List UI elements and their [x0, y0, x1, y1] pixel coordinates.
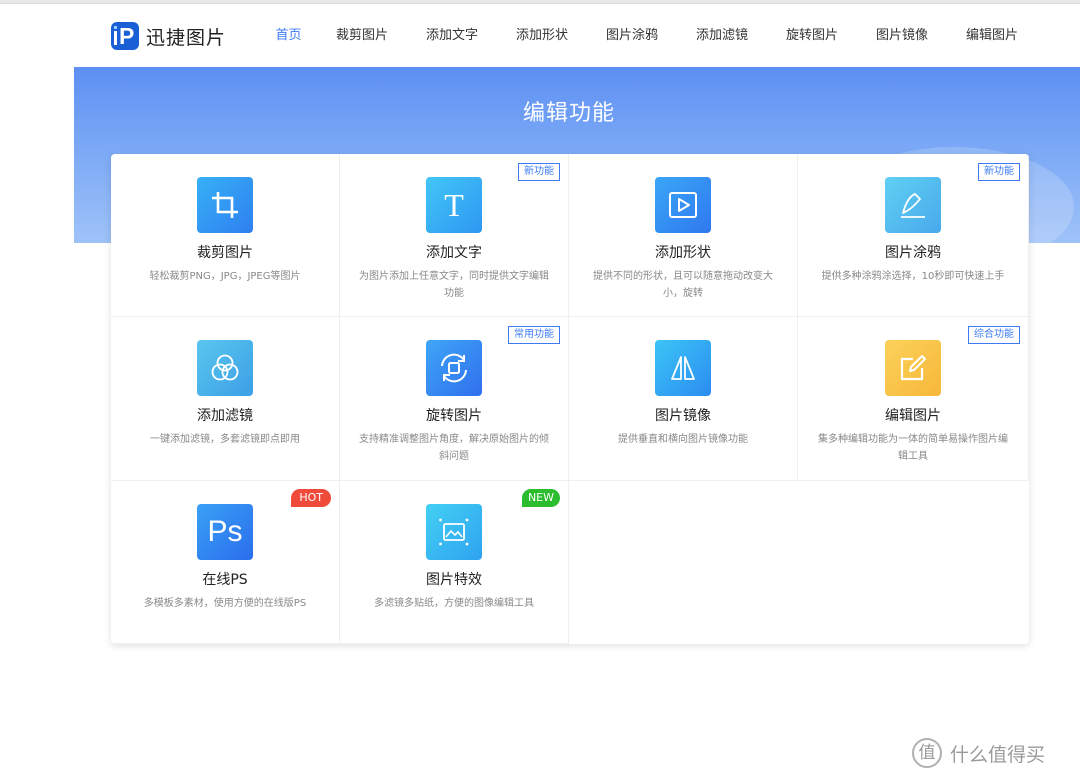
mirror-icon [655, 340, 711, 396]
new-badge: NEW [521, 489, 560, 507]
main-nav: 首页 裁剪图片 添加文字 添加形状 图片涂鸦 添加滤镜 旋转图片 图片镜像 编辑… [260, 4, 1037, 66]
feature-desc: 提供多种涂鸦涂选择，10秒即可快速上手 [821, 271, 1005, 282]
feature-desc: 多模板多素材，使用方便的在线版PS [143, 598, 307, 609]
feature-desc: 集多种编辑功能为一体的简单易操作图片编辑工具 [818, 434, 1008, 462]
nav-item-doodle[interactable]: 图片涂鸦 [587, 4, 677, 66]
feature-title: 添加滤镜 [197, 408, 253, 424]
feature-badge: 综合功能 [968, 326, 1020, 344]
site-watermark: 值 什么值得买 [912, 738, 1045, 768]
nav-item-rotate[interactable]: 旋转图片 [767, 4, 857, 66]
rotate-icon [426, 340, 482, 396]
feature-card-crop[interactable]: 裁剪图片 轻松裁剪PNG，JPG，JPEG等图片 [111, 154, 340, 317]
effects-icon [426, 504, 482, 560]
feature-card-mirror[interactable]: 图片镜像 提供垂直和横向图片镜像功能 [569, 317, 798, 481]
feature-card-add-shape[interactable]: 添加形状 提供不同的形状，且可以随意拖动改变大小，旋转 [569, 154, 798, 317]
logo-icon: P [111, 22, 139, 50]
feature-title: 裁剪图片 [197, 245, 253, 261]
feature-title: 图片特效 [426, 572, 482, 588]
feature-card-doodle[interactable]: 新功能 图片涂鸦 提供多种涂鸦涂选择，10秒即可快速上手 [798, 154, 1029, 317]
nav-item-mirror[interactable]: 图片镜像 [857, 4, 947, 66]
nav-item-filter[interactable]: 添加滤镜 [677, 4, 767, 66]
nav-item-add-text[interactable]: 添加文字 [407, 4, 497, 66]
feature-card-effects[interactable]: NEW 图片特效 多滤镜多贴纸，方便的图像编辑工具 [340, 481, 569, 644]
logo-text: 迅捷图片 [146, 26, 227, 49]
site-logo[interactable]: P 迅捷图片 [111, 22, 226, 50]
feature-badge: 常用功能 [508, 326, 560, 344]
feature-title: 添加形状 [655, 245, 711, 261]
shape-icon [655, 177, 711, 233]
nav-item-edit[interactable]: 编辑图片 [947, 4, 1037, 66]
feature-badge: 新功能 [978, 163, 1020, 181]
feature-title: 图片涂鸦 [885, 245, 941, 261]
svg-text:T: T [444, 188, 464, 222]
feature-desc: 一键添加滤镜，多套滤镜即点即用 [150, 434, 300, 445]
feature-desc: 支持精准调整图片角度，解决原始图片的倾斜问题 [359, 434, 549, 462]
feature-title: 旋转图片 [426, 408, 482, 424]
feature-card-edit[interactable]: 综合功能 编辑图片 集多种编辑功能为一体的简单易操作图片编辑工具 [798, 317, 1029, 481]
feature-title: 编辑图片 [885, 408, 941, 424]
empty-cell [569, 481, 1029, 644]
filter-icon [197, 340, 253, 396]
site-header: P 迅捷图片 首页 裁剪图片 添加文字 添加形状 图片涂鸦 添加滤镜 旋转图片 … [0, 4, 1080, 66]
text-icon: T [426, 177, 482, 233]
nav-item-crop[interactable]: 裁剪图片 [317, 4, 407, 66]
crop-icon [197, 177, 253, 233]
feature-desc: 为图片添加上任意文字，同时提供文字编辑功能 [359, 271, 549, 299]
nav-item-add-shape[interactable]: 添加形状 [497, 4, 587, 66]
watermark-text: 什么值得买 [950, 743, 1046, 766]
nav-item-home[interactable]: 首页 [260, 4, 317, 66]
feature-grid: 裁剪图片 轻松裁剪PNG，JPG，JPEG等图片 新功能 T 添加文字 为图片添… [111, 154, 1029, 644]
feature-desc: 多滤镜多贴纸，方便的图像编辑工具 [374, 598, 534, 609]
feature-title: 在线PS [202, 572, 248, 588]
feature-card-rotate[interactable]: 常用功能 旋转图片 支持精准调整图片角度，解决原始图片的倾斜问题 [340, 317, 569, 481]
ps-icon: Ps [197, 504, 253, 560]
feature-card-online-ps[interactable]: HOT Ps 在线PS 多模板多素材，使用方便的在线版PS [111, 481, 340, 644]
edit-icon [885, 340, 941, 396]
feature-title: 图片镜像 [655, 408, 711, 424]
feature-desc: 提供不同的形状，且可以随意拖动改变大小，旋转 [593, 271, 773, 299]
feature-panel: 裁剪图片 轻松裁剪PNG，JPG，JPEG等图片 新功能 T 添加文字 为图片添… [111, 154, 1029, 644]
feature-card-add-text[interactable]: 新功能 T 添加文字 为图片添加上任意文字，同时提供文字编辑功能 [340, 154, 569, 317]
hot-badge: HOT [291, 489, 331, 507]
ps-icon-text: Ps [207, 515, 243, 548]
feature-title: 添加文字 [426, 245, 482, 261]
feature-desc: 提供垂直和横向图片镜像功能 [618, 434, 748, 445]
feature-card-filter[interactable]: 添加滤镜 一键添加滤镜，多套滤镜即点即用 [111, 317, 340, 481]
doodle-icon [885, 177, 941, 233]
feature-desc: 轻松裁剪PNG，JPG，JPEG等图片 [149, 271, 301, 282]
watermark-icon: 值 [912, 738, 942, 768]
banner-title: 编辑功能 [522, 101, 615, 126]
feature-badge: 新功能 [518, 163, 560, 181]
